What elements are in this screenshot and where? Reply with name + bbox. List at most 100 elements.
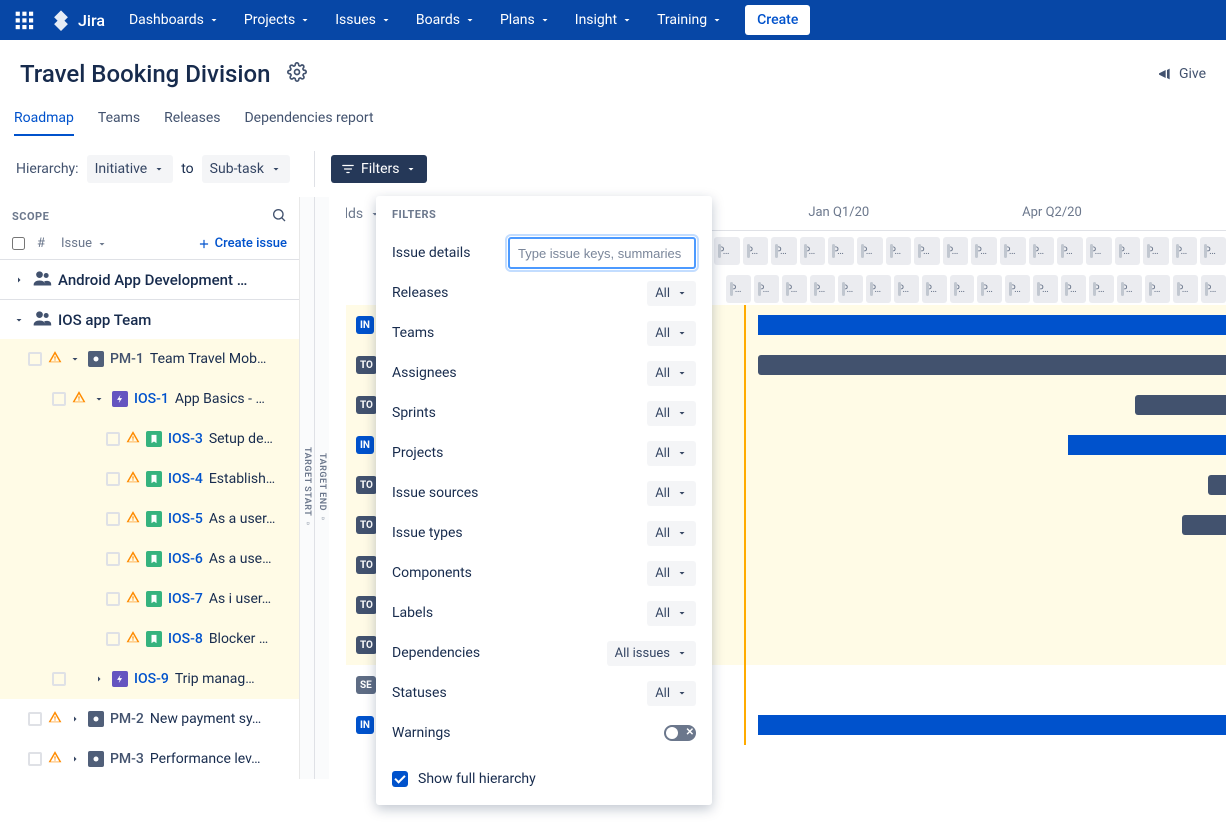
sprint-pill[interactable]: P… [782, 275, 807, 303]
create-issue-button[interactable]: Create issue [197, 236, 287, 251]
issue-row[interactable]: IOS-4Establish… [0, 459, 299, 499]
select-all-checkbox[interactable] [12, 237, 25, 250]
filter-select-statuses[interactable]: All [647, 681, 696, 706]
chevron-down-icon[interactable] [12, 314, 26, 326]
nav-item-boards[interactable]: Boards [406, 0, 486, 40]
status-badge[interactable]: TO [356, 596, 377, 614]
issue-row[interactable]: PM-2New payment sy… [0, 699, 299, 739]
tab-releases[interactable]: Releases [164, 104, 220, 136]
filter-select-releases[interactable]: All [647, 281, 696, 306]
sprint-pill[interactable]: P… [886, 237, 912, 265]
filter-select-assignees[interactable]: All [647, 361, 696, 386]
status-badge[interactable]: TO [356, 396, 377, 414]
filters-button[interactable]: Filters [331, 155, 428, 183]
issue-row[interactable]: IOS-5As a user… [0, 499, 299, 539]
sprint-pill[interactable]: P… [894, 275, 919, 303]
tab-teams[interactable]: Teams [98, 104, 140, 136]
sprint-pill[interactable]: P… [1172, 237, 1198, 265]
sprint-pill[interactable]: P… [1089, 275, 1114, 303]
sprint-pill[interactable]: P… [1143, 237, 1169, 265]
sprint-pill[interactable]: P… [714, 237, 740, 265]
jira-logo[interactable]: Jira [44, 9, 115, 31]
status-badge[interactable]: TO [356, 556, 377, 574]
gear-icon[interactable] [287, 62, 307, 86]
filter-select-labels[interactable]: All [647, 601, 696, 626]
give-feedback-button[interactable]: Give [1157, 66, 1206, 82]
issue-checkbox[interactable] [106, 472, 120, 486]
chevron-right-icon[interactable] [12, 274, 26, 286]
sprint-pill[interactable]: P… [800, 237, 826, 265]
nav-item-issues[interactable]: Issues [325, 0, 402, 40]
status-badge[interactable]: IN [356, 436, 374, 454]
issue-checkbox[interactable] [106, 552, 120, 566]
show-hierarchy-checkbox[interactable] [392, 771, 408, 787]
issue-row[interactable]: IOS-3Setup de… [0, 419, 299, 459]
sprint-pill[interactable]: P… [1057, 237, 1083, 265]
sprint-pill[interactable]: P… [1115, 237, 1141, 265]
status-badge[interactable]: SE [356, 676, 376, 694]
issue-details-input[interactable] [508, 237, 696, 269]
sprint-pill[interactable]: P… [1200, 237, 1226, 265]
issue-key[interactable]: IOS-4 [168, 471, 203, 487]
target-end-header[interactable]: TARGET END▫ [315, 197, 329, 779]
search-icon[interactable] [271, 207, 287, 226]
gantt-bar[interactable] [758, 715, 1226, 735]
sprint-pill[interactable]: P… [1117, 275, 1142, 303]
issue-checkbox[interactable] [106, 592, 120, 606]
sprint-pill[interactable]: P… [950, 275, 975, 303]
chevron-down-icon[interactable] [68, 353, 82, 365]
warnings-toggle[interactable]: ✕ [664, 725, 696, 741]
status-badge[interactable]: TO [356, 516, 377, 534]
chevron-down-icon[interactable] [92, 393, 106, 405]
gantt-bar[interactable] [758, 355, 1226, 375]
issue-key[interactable]: PM-2 [110, 711, 144, 727]
issue-key[interactable]: IOS-6 [168, 551, 203, 567]
filter-select-issue-types[interactable]: All [647, 521, 696, 546]
filter-select-dependencies[interactable]: All issues [607, 641, 696, 666]
sprint-pill[interactable]: P… [810, 275, 835, 303]
issue-key[interactable]: IOS-3 [168, 431, 203, 447]
chevron-right-icon[interactable] [68, 713, 82, 725]
filter-select-components[interactable]: All [647, 561, 696, 586]
issue-checkbox[interactable] [106, 632, 120, 646]
issue-header[interactable]: Issue [61, 236, 108, 251]
issue-row[interactable]: IOS-8Blocker … [0, 619, 299, 659]
issue-row[interactable]: IOS-7As i user… [0, 579, 299, 619]
nav-item-insight[interactable]: Insight [565, 0, 643, 40]
sprint-pill[interactable]: P… [1033, 275, 1058, 303]
gantt-bar[interactable] [1135, 395, 1226, 415]
sprint-pill[interactable]: P… [838, 275, 863, 303]
sprint-pill[interactable]: P… [1086, 237, 1112, 265]
gantt-bar[interactable] [758, 315, 1226, 335]
sprint-pill[interactable]: P… [771, 237, 797, 265]
target-start-header[interactable]: TARGET START▫ [300, 197, 315, 779]
issue-row[interactable]: PM-3Performance lev… [0, 739, 299, 779]
sprint-pill[interactable]: P… [922, 275, 947, 303]
status-badge[interactable]: IN [356, 716, 374, 734]
issue-key[interactable]: PM-3 [110, 751, 144, 767]
issue-row[interactable]: PM-1Team Travel Mob… [0, 339, 299, 379]
chevron-right-icon[interactable] [92, 673, 106, 685]
issue-key[interactable]: IOS-1 [134, 391, 169, 407]
gantt-bar[interactable] [1182, 515, 1226, 535]
status-badge[interactable]: IN [356, 316, 374, 334]
nav-item-plans[interactable]: Plans [490, 0, 561, 40]
sprint-pill[interactable]: P… [1061, 275, 1086, 303]
sprint-pill[interactable]: P… [754, 275, 779, 303]
sprint-pill[interactable]: P… [866, 275, 891, 303]
status-badge[interactable]: TO [356, 636, 377, 654]
sprint-pill[interactable]: P… [943, 237, 969, 265]
filter-select-projects[interactable]: All [647, 441, 696, 466]
sprint-pill[interactable]: P… [914, 237, 940, 265]
tab-roadmap[interactable]: Roadmap [14, 104, 74, 136]
issue-key[interactable]: IOS-8 [168, 631, 203, 647]
status-badge[interactable]: TO [356, 476, 377, 494]
sprint-pill[interactable]: P… [726, 275, 751, 303]
sprint-pill[interactable]: P… [977, 275, 1002, 303]
issue-row[interactable]: IOS-1App Basics - … [0, 379, 299, 419]
sprint-pill[interactable]: P… [1173, 275, 1198, 303]
hierarchy-from-select[interactable]: Initiative [87, 155, 174, 183]
sprint-pill[interactable]: P… [1201, 275, 1226, 303]
team-group-row[interactable]: Android App Development … [0, 259, 299, 299]
nav-item-projects[interactable]: Projects [234, 0, 321, 40]
